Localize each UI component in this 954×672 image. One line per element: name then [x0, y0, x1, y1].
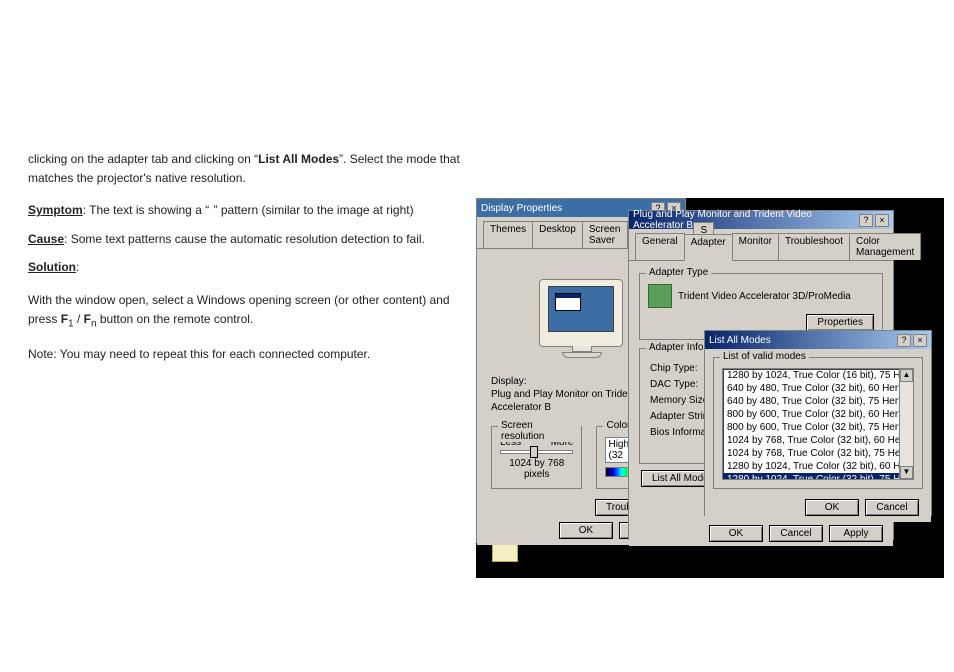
- list-all-modes-dialog: List All Modes ? × List of valid modes 1…: [704, 330, 932, 516]
- modes-listbox[interactable]: 1280 by 1024, True Color (16 bit), 75 He…: [722, 368, 914, 480]
- sol-text-tail: button on the remote control.: [100, 312, 253, 326]
- mode-item[interactable]: 1280 by 1024, True Color (32 bit), 75 He…: [723, 473, 913, 480]
- close-button[interactable]: ×: [875, 214, 889, 227]
- symptom-text: : The text is showing a “ ” pattern (sim…: [83, 203, 414, 217]
- valid-modes-label: List of valid modes: [720, 351, 809, 362]
- symptom-label: Symptom: [28, 203, 83, 217]
- article-intro: clicking on the adapter tab and clicking…: [28, 150, 468, 187]
- screen-resolution-label: Screen resolution: [498, 420, 581, 442]
- mode-item[interactable]: 1280 by 1024, True Color (32 bit), 60 He…: [723, 460, 913, 473]
- tab-desktop[interactable]: Desktop: [532, 221, 583, 248]
- resolution-value: 1024 by 768 pixels: [500, 458, 573, 480]
- close-button[interactable]: ×: [913, 334, 927, 347]
- adapter-apply-button[interactable]: Apply: [829, 525, 883, 542]
- key-slash: /: [77, 312, 84, 326]
- tab-troubleshoot[interactable]: Troubleshoot: [778, 233, 850, 260]
- resolution-slider[interactable]: [500, 450, 573, 454]
- modes-cancel-button[interactable]: Cancel: [865, 499, 919, 516]
- modes-title: List All Modes: [709, 335, 771, 346]
- tab-themes[interactable]: Themes: [483, 221, 533, 248]
- monitor-icon: [539, 279, 623, 347]
- scroll-down-icon[interactable]: ▼: [900, 466, 913, 479]
- modes-ok-button[interactable]: OK: [805, 499, 859, 516]
- adapter-cancel-button[interactable]: Cancel: [769, 525, 823, 542]
- adapter-chip-icon: [648, 284, 672, 308]
- solution-text: With the window open, select a Windows o…: [28, 291, 468, 331]
- adapter-ok-button[interactable]: OK: [709, 525, 763, 542]
- mode-item[interactable]: 1024 by 768, True Color (32 bit), 60 Her…: [723, 434, 913, 447]
- modes-scrollbar[interactable]: ▲ ▼: [899, 369, 913, 479]
- help-button[interactable]: ?: [859, 214, 873, 227]
- article-body: clicking on the adapter tab and clicking…: [28, 150, 468, 378]
- solution-label: Solution: [28, 260, 76, 274]
- display-properties-title: Display Properties: [481, 203, 562, 214]
- display-ok-button[interactable]: OK: [559, 522, 613, 539]
- adapter-name: Trident Video Accelerator 3D/ProMedia: [678, 291, 851, 302]
- adapter-tabs: General Adapter Monitor Troubleshoot Col…: [629, 229, 893, 260]
- scroll-up-icon[interactable]: ▲: [900, 369, 913, 382]
- screenshot-desktop: Display Properties ? × Themes Desktop Sc…: [476, 198, 944, 578]
- key-fn-letter: F: [84, 312, 91, 326]
- key-f1-letter: F: [61, 312, 68, 326]
- solution-heading: Solution:: [28, 258, 468, 277]
- cause-text: : Some text patterns cause the automatic…: [64, 232, 425, 246]
- key-fn-sub: n: [91, 318, 97, 329]
- adapter-type-label: Adapter Type: [646, 267, 711, 278]
- tab-adapter[interactable]: Adapter: [684, 234, 733, 261]
- solution-colon: :: [76, 260, 79, 274]
- mode-item[interactable]: 640 by 480, True Color (32 bit), 60 Hert…: [723, 382, 913, 395]
- adapter-title: Plug and Play Monitor and Trident Video …: [633, 209, 859, 231]
- list-all-modes-phrase: List All Modes: [258, 152, 339, 166]
- tab-monitor[interactable]: Monitor: [732, 233, 779, 260]
- help-button[interactable]: ?: [897, 334, 911, 347]
- adapter-properties-button[interactable]: Properties: [806, 314, 874, 331]
- mode-item[interactable]: 1280 by 1024, True Color (16 bit), 75 He…: [723, 369, 913, 382]
- modes-titlebar[interactable]: List All Modes ? ×: [705, 331, 931, 349]
- tab-screensaver[interactable]: Screen Saver: [582, 221, 628, 248]
- intro-text-a: clicking on the adapter tab and clicking…: [28, 152, 258, 166]
- mode-item[interactable]: 640 by 480, True Color (32 bit), 75 Hert…: [723, 395, 913, 408]
- mode-item[interactable]: 800 by 600, True Color (32 bit), 60 Hert…: [723, 408, 913, 421]
- tab-color-mgmt[interactable]: Color Management: [849, 233, 921, 260]
- adapter-titlebar[interactable]: Plug and Play Monitor and Trident Video …: [629, 211, 893, 229]
- note-line: Note: You may need to repeat this for ea…: [28, 345, 468, 364]
- cause-line: Cause: Some text patterns cause the auto…: [28, 230, 468, 249]
- symptom-line: Symptom: The text is showing a “ ” patte…: [28, 201, 468, 220]
- mode-item[interactable]: 800 by 600, True Color (32 bit), 75 Hert…: [723, 421, 913, 434]
- key-f1-sub: 1: [68, 318, 74, 329]
- mode-item[interactable]: 1024 by 768, True Color (32 bit), 75 Her…: [723, 447, 913, 460]
- cause-label: Cause: [28, 232, 64, 246]
- tab-general[interactable]: General: [635, 233, 685, 260]
